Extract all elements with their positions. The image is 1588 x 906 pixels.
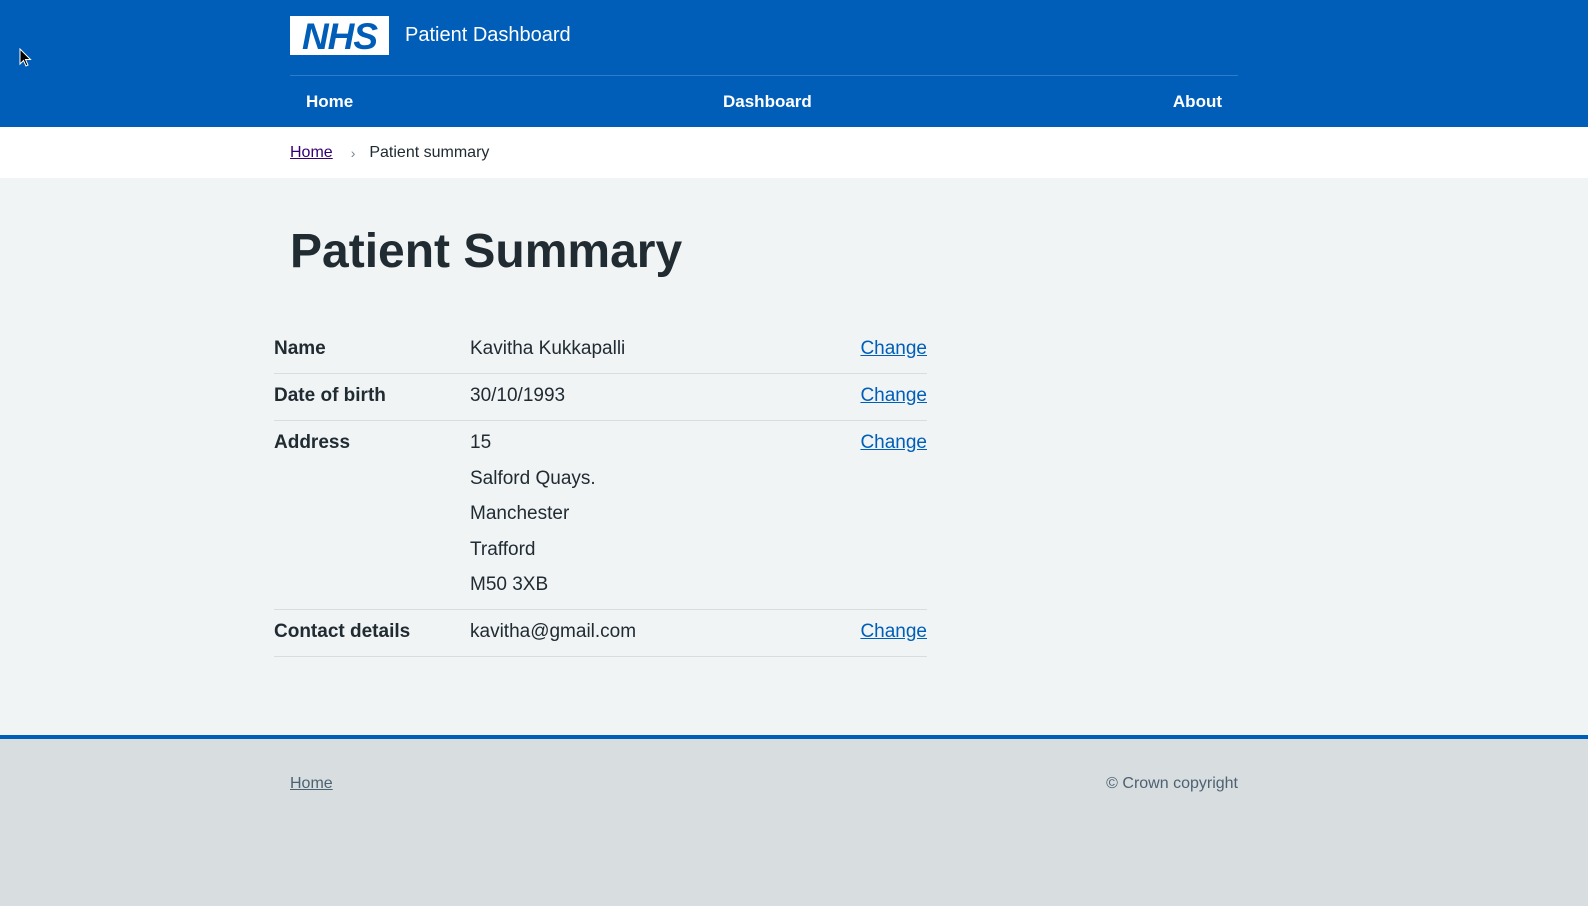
- chevron-right-icon: ›: [350, 144, 356, 161]
- value-line: kavitha@gmail.com: [470, 621, 637, 642]
- value-line: Manchester: [470, 503, 570, 524]
- nhs-logo: NHS: [290, 16, 389, 55]
- footer-home-link[interactable]: Home: [290, 775, 333, 793]
- summary-row-dob: Date of birth 30/10/1993 Change: [274, 374, 927, 421]
- nhs-logo-text: NHS: [302, 16, 378, 55]
- nav-item-dashboard[interactable]: Dashboard: [723, 76, 812, 127]
- value-line: Kavitha Kukkapalli: [470, 338, 626, 359]
- summary-key: Date of birth: [274, 385, 386, 406]
- home-logo-link[interactable]: NHS Patient Dashboard: [290, 16, 571, 55]
- change-address-link[interactable]: Change: [860, 431, 927, 455]
- summary-row-address: Address 15 Salford Quays. Manchester Tra…: [274, 421, 927, 610]
- breadcrumb-current: Patient summary: [369, 143, 490, 161]
- summary-list: Name Kavitha Kukkapalli Change Date of b…: [274, 327, 927, 657]
- summary-key: Contact details: [274, 621, 411, 642]
- value-line: M50 3XB: [470, 574, 549, 595]
- breadcrumb-home-link[interactable]: Home: [290, 144, 333, 162]
- summary-value: 30/10/1993: [470, 384, 927, 408]
- summary-value: kavitha@gmail.com: [470, 620, 927, 644]
- summary-value: Kavitha Kukkapalli: [470, 337, 927, 361]
- copyright-text: © Crown copyright: [1106, 775, 1238, 792]
- change-contact-link[interactable]: Change: [860, 620, 927, 644]
- nav-item-about[interactable]: About: [1173, 76, 1222, 127]
- value-line: Salford Quays.: [470, 467, 596, 489]
- main-navigation: Home Dashboard About: [290, 75, 1238, 127]
- summary-key: Name: [274, 338, 326, 359]
- service-name: Patient Dashboard: [405, 24, 571, 46]
- header-container: NHS Patient Dashboard Home Dashboard Abo…: [290, 0, 1238, 127]
- mouse-pointer-icon: [19, 48, 32, 67]
- summary-key: Address: [274, 432, 351, 453]
- nav-item-home[interactable]: Home: [306, 76, 353, 127]
- change-name-link[interactable]: Change: [860, 337, 927, 361]
- breadcrumb-container: Home › Patient summary: [290, 127, 489, 178]
- summary-row-name: Name Kavitha Kukkapalli Change: [274, 327, 927, 374]
- summary-value: 15 Salford Quays. Manchester Trafford M5…: [470, 431, 927, 597]
- value-line: Trafford: [470, 538, 536, 560]
- site-footer: Home © Crown copyright: [0, 735, 1588, 906]
- change-dob-link[interactable]: Change: [860, 384, 927, 408]
- page-title: Patient Summary: [290, 225, 683, 278]
- value-line: 15: [470, 432, 492, 453]
- breadcrumb: Home › Patient summary: [0, 127, 1588, 178]
- site-header: NHS Patient Dashboard Home Dashboard Abo…: [0, 0, 1588, 127]
- value-line: 30/10/1993: [470, 385, 566, 406]
- summary-row-contact: Contact details kavitha@gmail.com Change: [274, 610, 927, 657]
